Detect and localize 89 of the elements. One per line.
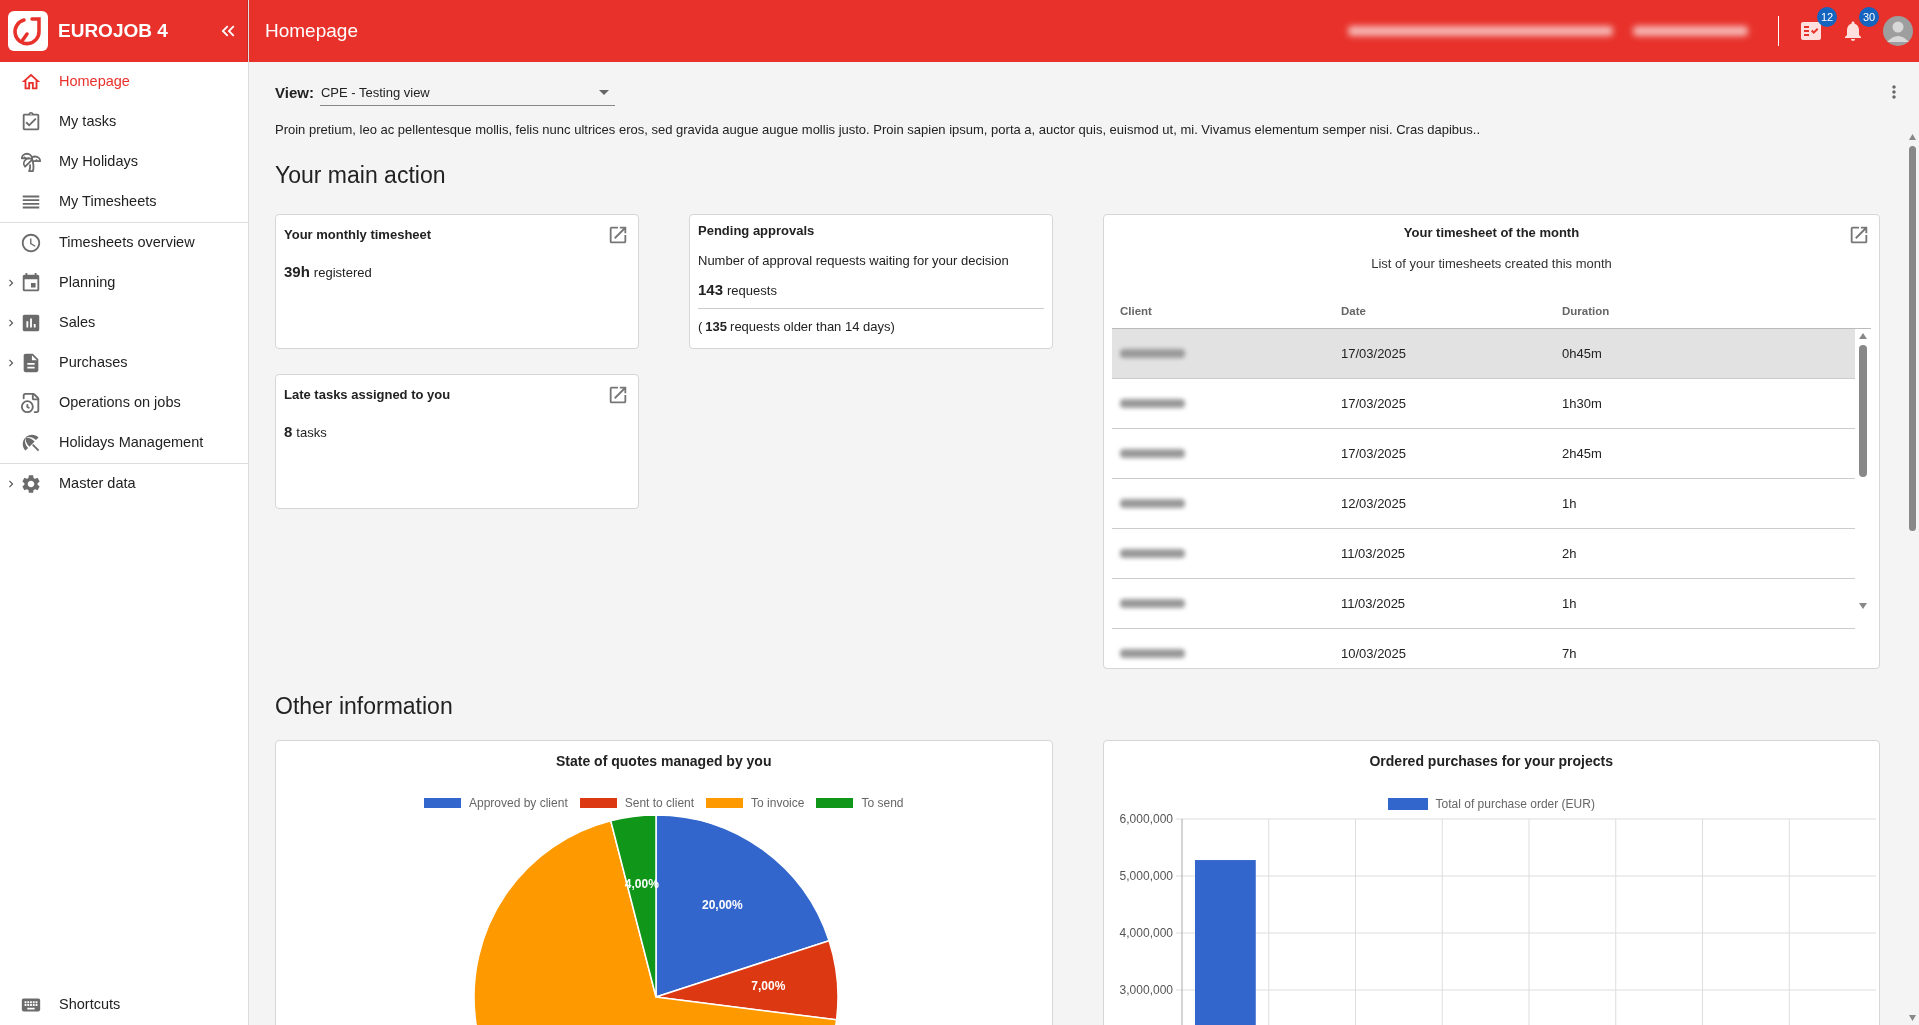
card-title: Your monthly timesheet <box>284 226 432 244</box>
sidebar-item[interactable]: My Timesheets <box>0 182 248 222</box>
legend-label: Total of purchase order (EUR) <box>1435 795 1595 813</box>
view-label: View: <box>275 82 314 103</box>
table-cell-text: 1h <box>1562 594 1578 613</box>
redacted-text <box>1120 349 1185 358</box>
sidebar-item[interactable]: Sales <box>0 303 248 343</box>
tasks-badge: 12 <box>1817 7 1837 27</box>
settings-icon <box>20 473 42 495</box>
open-in-new-icon[interactable] <box>607 384 629 406</box>
notifications-badge: 30 <box>1859 7 1879 27</box>
legend-label: To invoice <box>751 794 805 812</box>
table-cell-text: 11/03/2025 <box>1341 594 1407 613</box>
tasks-value: 8 <box>284 421 293 442</box>
bar-chart-icon <box>20 312 42 334</box>
section-title: Other information <box>275 692 454 721</box>
older-text: requests older than 14 days) <box>730 317 895 336</box>
table-cell-text: 0h45m <box>1562 344 1603 363</box>
hours-unit: registered <box>313 263 372 282</box>
legend-label: Sent to client <box>624 794 695 812</box>
table-cell-text: 17/03/2025 <box>1341 394 1408 413</box>
table-cell-text: 17/03/2025 <box>1341 344 1408 363</box>
sidebar-item[interactable]: Holidays Management <box>0 423 248 463</box>
table-cell-text: 12/03/2025 <box>1341 494 1408 513</box>
palm-tree-icon <box>20 151 42 173</box>
open-in-new-icon[interactable] <box>607 224 629 246</box>
legend-label: Approved by client <box>469 794 568 812</box>
table-cell-text: 1h <box>1562 494 1578 513</box>
axis-tick-label: 4,000,000 <box>1119 925 1173 940</box>
umbrella-icon <box>20 432 42 454</box>
redacted-text <box>1120 599 1185 608</box>
older-value: 135 <box>705 317 728 336</box>
table-row[interactable]: 17/03/2025 0h45m <box>1112 329 1855 379</box>
axis-tick-label: 5,000,000 <box>1119 868 1173 883</box>
column-header[interactable]: Date <box>1341 302 1562 321</box>
table-cell-text: 1h30m <box>1562 394 1603 413</box>
page-title: Homepage <box>265 18 358 43</box>
redacted-text <box>1120 399 1185 408</box>
sidebar-item[interactable]: My Holidays <box>0 142 248 182</box>
sidebar-item[interactable]: Homepage <box>0 62 248 102</box>
chart-title: State of quotes managed by you <box>556 751 772 771</box>
legend-label: To send <box>861 794 904 812</box>
card-title: Pending approvals <box>698 222 816 240</box>
sidebar-item[interactable]: Timesheets overview <box>0 223 248 263</box>
chart-title: Ordered purchases for your projects <box>1369 751 1613 771</box>
calendar-icon <box>20 272 42 294</box>
redacted-text <box>1120 499 1185 508</box>
checklist-icon[interactable] <box>1799 19 1823 43</box>
table-cell-text: 7h <box>1562 644 1578 663</box>
clock-icon <box>20 232 42 254</box>
tasks-unit: tasks <box>296 423 327 442</box>
caret-icon <box>598 90 609 95</box>
hours-value: 39h <box>284 261 310 282</box>
sidebar-item[interactable]: Shortcuts <box>0 985 248 1025</box>
section-title: Your main action <box>275 160 447 190</box>
card-subtitle: List of your timesheets created this month <box>1371 254 1612 273</box>
table-cell-text: 2h <box>1562 544 1578 563</box>
table-cell-text: 10/03/2025 <box>1341 644 1408 663</box>
axis-tick-label: 3,000,000 <box>1119 982 1173 997</box>
parenthesis: ( <box>698 317 703 336</box>
sidebar-item[interactable]: Master data <box>0 464 248 504</box>
logo-icon <box>8 11 48 51</box>
sidebar-item[interactable]: Purchases <box>0 343 248 383</box>
app-name: EUROJOB 4 <box>58 18 168 43</box>
card-title: Your timesheet of the month <box>1403 224 1580 242</box>
table-cell-text: 17/03/2025 <box>1341 444 1408 463</box>
card-title: Late tasks assigned to you <box>284 386 451 404</box>
card-description: Number of approval requests waiting for your decision <box>698 251 1010 270</box>
intro-text: Proin pretium, leo ac pellentesque mollis, felis nunc ultrices eros, sed gravida augue augue mollis justo. Proin sapien ipsum, porta a, auctor quis, euismod ut, mi. Vivamus elementum semper nisi. Cras dapibus.. <box>275 121 1482 139</box>
table-cell-text: 11/03/2025 <box>1341 544 1407 563</box>
requests-value: 143 <box>698 280 724 300</box>
sidebar-item[interactable]: Operations on jobs <box>0 383 248 423</box>
requests-unit: requests <box>727 282 777 300</box>
redacted-text <box>1120 449 1185 458</box>
slice-label: 20,00% <box>701 897 743 912</box>
column-header[interactable]: Duration <box>1562 302 1871 321</box>
document-clock-icon <box>20 392 42 414</box>
column-header[interactable]: Client <box>1120 302 1341 321</box>
slice-label: 7,00% <box>751 978 786 993</box>
avatar[interactable] <box>1883 16 1913 46</box>
axis-tick-label: 6,000,000 <box>1119 811 1173 826</box>
sidebar-item[interactable]: Planning <box>0 263 248 303</box>
redacted-text <box>1120 549 1185 558</box>
checked-document-icon <box>20 111 42 133</box>
sidebar-item[interactable]: My tasks <box>0 102 248 142</box>
table-cell-text: 2h45m <box>1562 444 1603 463</box>
view-dropdown[interactable]: CPE - Testing view <box>319 80 615 106</box>
open-in-new-icon[interactable] <box>1848 224 1870 246</box>
redacted-text <box>1120 649 1185 658</box>
